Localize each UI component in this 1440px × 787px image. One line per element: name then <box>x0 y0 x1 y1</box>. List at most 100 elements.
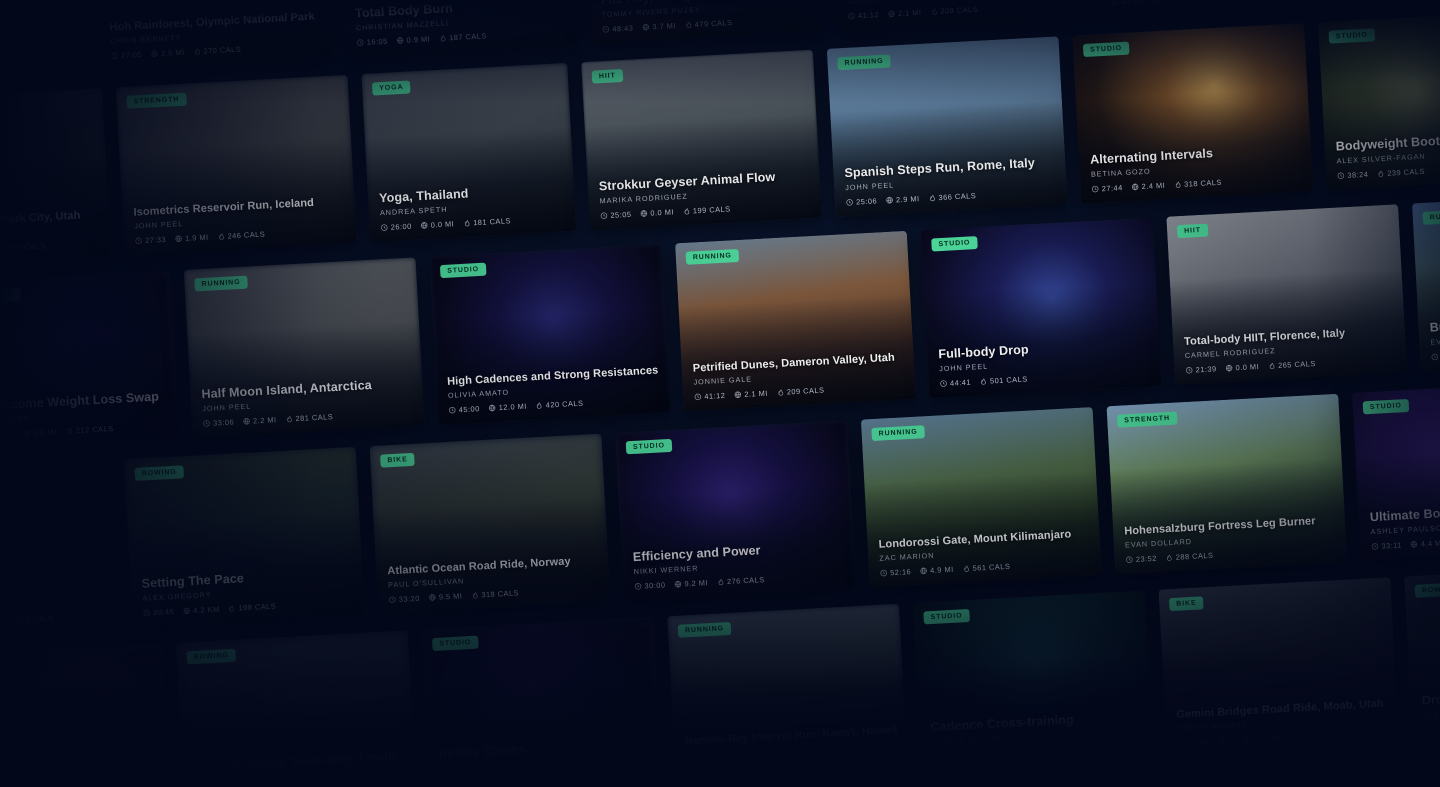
workout-card[interactable]: Bike Burn <box>0 0 87 84</box>
distance-icon <box>1218 737 1225 745</box>
workout-card[interactable]: ROWINGDrop Those SplitsALEX GREGORY22:30… <box>1404 563 1440 745</box>
stat-value: 0.0 MI <box>430 219 455 230</box>
stat-clock: 41:12 <box>848 10 879 21</box>
workout-card[interactable]: Dragon Crest Run, Krabi, ThailandGIDEON … <box>828 0 1088 31</box>
workout-card[interactable]: YOGA Yoga, Thailand ANDREA SPETH 26:00 0.0 M… <box>361 62 577 242</box>
clock-icon <box>357 39 364 46</box>
workout-card[interactable]: RUNNING Londorossi Gate, Mount Kilimanjar… <box>860 407 1102 588</box>
workout-card[interactable]: RUNNING Spanish Steps Run, Rome, Italy JOH… <box>826 36 1068 217</box>
discipline-badge: ROWING <box>134 465 184 481</box>
clock-icon <box>602 26 610 33</box>
workout-card[interactable]: STUDIO Efficiency and Power NIKKI WERNER 30… <box>615 420 856 601</box>
stat-value: 2.9 MI <box>895 194 920 205</box>
stat-value: 41:12 <box>704 390 726 402</box>
flame-icon <box>217 233 224 240</box>
stat-value: 27:05 <box>120 49 143 61</box>
stat-distance: 2.5 MI <box>151 48 185 59</box>
workout-card[interactable]: Ride The TideJAMES STEPHENSON43:183.3 MI… <box>1337 0 1440 3</box>
clock-icon <box>143 609 151 617</box>
workout-card[interactable]: Total Body Burn CHRISTIAN MAZZELLI 16:05 0.… <box>337 0 579 57</box>
flame-icon <box>930 8 937 15</box>
workout-card[interactable]: STUDIO Cadence Cross-training GIDEON AKAND… <box>912 590 1154 771</box>
discipline-badge: RUNNING <box>1422 209 1440 225</box>
workout-card[interactable]: Hoh Rainforest, Olympic National Park CHR… <box>91 0 333 71</box>
workout-card[interactable]: Fitz Roy, Patagonia, ArgentinaTOMMY RIVE… <box>583 0 824 44</box>
workout-card[interactable]: RUNNING Petrified Dunes, Dameron Valley, … <box>675 230 916 412</box>
stat-distance: 2.2 MI <box>243 415 277 426</box>
workout-card[interactable]: YOGAThe Full ResistanceROBIN ARZON18:401… <box>0 643 172 787</box>
card-grid[interactable]: Bike BurnHoh Rainforest, Olympic Nationa… <box>0 0 1440 787</box>
stat-distance: 3.0 MI <box>726 762 760 773</box>
clock-icon <box>694 393 702 401</box>
flame-icon <box>285 415 292 423</box>
discipline-badge: STUDIO <box>1082 41 1130 58</box>
workout-card[interactable]: STRENGTH Hohensalzburg Fortress Leg Burne… <box>1106 393 1348 575</box>
clock-icon <box>848 12 855 20</box>
stat-value: 9.5 MI <box>438 591 463 602</box>
stat-value: 3.7 MI <box>652 21 677 32</box>
clock-icon <box>634 583 642 590</box>
workout-card[interactable]: ROWING Setting The Pace ALEX GREGORY 20:45 4… <box>123 446 365 628</box>
workout-card[interactable]: STUDIO Overcome Weight Loss Swap JESS SIMS… <box>0 270 179 450</box>
stat-value: 20:45 <box>153 607 175 618</box>
discipline-badge: ROWING <box>1414 582 1440 598</box>
stat-value: 21:39 <box>1195 364 1217 375</box>
distance-icon <box>420 222 428 229</box>
stat-clock: 34:14 <box>686 764 718 775</box>
workout-card[interactable]: HIIT Total-body HIIT, Florence, Italy CARM… <box>1166 204 1408 385</box>
discipline-badge: STUDIO <box>1362 398 1410 415</box>
workout-card[interactable]: HIIT Strokkur Geyser Animal Flow MARIKA RO… <box>581 49 822 230</box>
discipline-badge: STUDIO <box>931 236 978 252</box>
discipline-badge: ROWING <box>186 648 236 665</box>
discipline-badge: HIIT <box>591 68 624 84</box>
stat-clock: 16:05 <box>357 37 388 48</box>
stat-value: 0.0 MI <box>33 427 58 438</box>
distance-icon <box>1131 183 1139 191</box>
stat-value: 41:18 <box>1187 737 1210 748</box>
card-scrim <box>1337 0 1440 3</box>
clock-icon <box>1371 543 1379 550</box>
workout-card[interactable]: STUDIO Full-body Drop JOHN PEEL 44:41 501 CA… <box>920 217 1162 398</box>
stat-value: 45:00 <box>458 404 480 415</box>
stat-value: 27:04 <box>941 750 964 761</box>
stat-clock: 44:41 <box>940 378 971 389</box>
stat-value: 27:44 <box>1101 183 1123 194</box>
workout-card[interactable]: STRENGTH Isometrics Reservoir Run, Icelan… <box>115 74 357 256</box>
distance-icon <box>243 417 250 425</box>
stat-value: 27:33 <box>144 234 167 246</box>
stat-value: 41:12 <box>857 10 880 21</box>
workout-card[interactable]: BIKEDouble Trouble, Park City, UtahMARY … <box>0 88 111 268</box>
clock-icon <box>940 380 947 387</box>
flame-icon <box>1166 554 1173 561</box>
workout-card[interactable]: STUDIO Incline Climbs KIRRA MICHEL 30:30 2.2… <box>421 617 663 787</box>
workout-card[interactable]: RUNNING Hanalei Bay Interval Run, Kaua'i,… <box>667 603 908 785</box>
flame-icon <box>685 21 692 29</box>
stat-value: 4.2 KM <box>192 604 220 615</box>
flame-icon <box>228 605 235 612</box>
stat-clock: 30:30 <box>441 777 472 787</box>
distance-icon <box>183 607 190 615</box>
workout-card[interactable]: STUDIO Alternating Intervals BETINA GOZO 27… <box>1072 23 1314 204</box>
stat-clock: 45:00 <box>449 404 480 415</box>
flame-icon <box>471 592 478 599</box>
stat-clock: 26:00 <box>381 222 412 233</box>
workout-card[interactable]: STUDIO Ultimate Bootcamp ASHLEY PAULSON 33:… <box>1352 380 1440 561</box>
workout-card[interactable]: ROWING Molveno Beach Swim-way, Trento MATT… <box>175 630 417 787</box>
clock-icon <box>880 569 887 577</box>
clock-icon <box>600 212 608 219</box>
flame-icon <box>523 775 530 782</box>
stat-distance: 1.9 MI <box>175 233 209 244</box>
workout-card[interactable]: RUNNINGBurg Taufer Castle, AustriaEVAN D… <box>1411 190 1440 372</box>
workout-card[interactable]: STUDIO Bodyweight Bootcamp ALEX SILVER-FAG… <box>1318 9 1440 191</box>
workout-card[interactable]: RUNNING Half Moon Island, Antarctica JOHN … <box>183 257 425 438</box>
workout-card[interactable]: BIKE Gemini Bridges Road Ride, Moab, Utah… <box>1158 577 1400 758</box>
workout-card[interactable]: BIKEHit All GearsSAM YO30:128.1 MI312 CA… <box>0 460 120 640</box>
workout-card[interactable]: Total-body BurnoutNICK HOUNSLOW33:084.1 … <box>1092 0 1334 16</box>
workout-card[interactable]: BIKE Atlantic Ocean Road Ride, Norway PAUL… <box>369 433 611 614</box>
flame-icon <box>0 245 5 252</box>
workout-card[interactable]: STUDIO High Cadences and Strong Resistanc… <box>429 244 671 425</box>
stat-clock: 21:39 <box>1185 364 1217 375</box>
stat-value: 25:05 <box>610 209 632 220</box>
flame-icon <box>66 427 73 435</box>
stat-clock: 25:06 <box>846 196 877 207</box>
